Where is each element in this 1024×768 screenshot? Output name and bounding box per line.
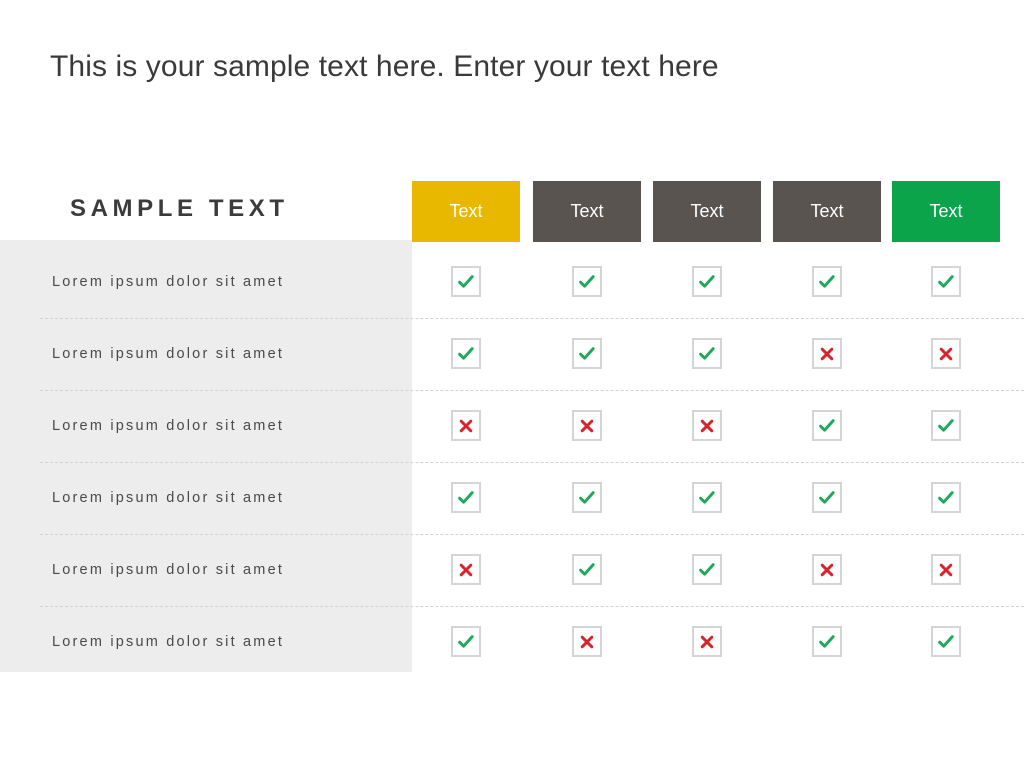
column-header-5[interactable]: Text [892, 181, 1000, 242]
check-icon[interactable] [931, 410, 961, 441]
row-label: Lorem ipsum dolor sit amet [52, 634, 285, 650]
check-icon[interactable] [692, 482, 722, 513]
column-header-label: Text [810, 201, 844, 221]
check-icon[interactable] [692, 266, 722, 297]
row-label: Lorem ipsum dolor sit amet [52, 490, 285, 506]
cross-icon[interactable] [931, 338, 961, 369]
row-label: Lorem ipsum dolor sit amet [52, 274, 285, 290]
check-icon[interactable] [451, 266, 481, 297]
check-icon[interactable] [692, 338, 722, 369]
check-icon[interactable] [812, 410, 842, 441]
table-row: Lorem ipsum dolor sit amet [0, 246, 1024, 318]
cross-icon[interactable] [572, 410, 602, 441]
check-icon[interactable] [451, 482, 481, 513]
row-label: Lorem ipsum dolor sit amet [52, 346, 285, 362]
cross-icon[interactable] [692, 410, 722, 441]
row-label: Lorem ipsum dolor sit amet [52, 562, 285, 578]
column-header-3[interactable]: Text [653, 181, 761, 242]
column-header-label: Text [690, 201, 724, 221]
check-icon[interactable] [572, 266, 602, 297]
row-label: Lorem ipsum dolor sit amet [52, 418, 285, 434]
check-icon[interactable] [692, 554, 722, 585]
cross-icon[interactable] [451, 410, 481, 441]
cross-icon[interactable] [931, 554, 961, 585]
column-header-4[interactable]: Text [773, 181, 881, 242]
column-header-1[interactable]: Text [412, 181, 520, 242]
table-row: Lorem ipsum dolor sit amet [0, 606, 1024, 678]
column-header-label: Text [929, 201, 963, 221]
check-icon[interactable] [931, 266, 961, 297]
check-icon[interactable] [451, 338, 481, 369]
check-icon[interactable] [451, 626, 481, 657]
table-row: Lorem ipsum dolor sit amet [0, 390, 1024, 462]
cross-icon[interactable] [451, 554, 481, 585]
table-row: Lorem ipsum dolor sit amet [0, 462, 1024, 534]
column-header-label: Text [570, 201, 604, 221]
comparison-matrix: SAMPLE TEXT Text Text Text Text Text Lor… [0, 0, 1024, 768]
check-icon[interactable] [812, 626, 842, 657]
check-icon[interactable] [572, 482, 602, 513]
check-icon[interactable] [812, 266, 842, 297]
check-icon[interactable] [572, 554, 602, 585]
cross-icon[interactable] [812, 338, 842, 369]
check-icon[interactable] [931, 482, 961, 513]
matrix-header-row: SAMPLE TEXT Text Text Text Text Text [0, 181, 1024, 242]
column-header-2[interactable]: Text [533, 181, 641, 242]
column-header-label: Text [449, 201, 483, 221]
cross-icon[interactable] [572, 626, 602, 657]
check-icon[interactable] [572, 338, 602, 369]
check-icon[interactable] [812, 482, 842, 513]
cross-icon[interactable] [812, 554, 842, 585]
row-header-title: SAMPLE TEXT [70, 195, 289, 222]
cross-icon[interactable] [692, 626, 722, 657]
table-row: Lorem ipsum dolor sit amet [0, 318, 1024, 390]
table-row: Lorem ipsum dolor sit amet [0, 534, 1024, 606]
check-icon[interactable] [931, 626, 961, 657]
